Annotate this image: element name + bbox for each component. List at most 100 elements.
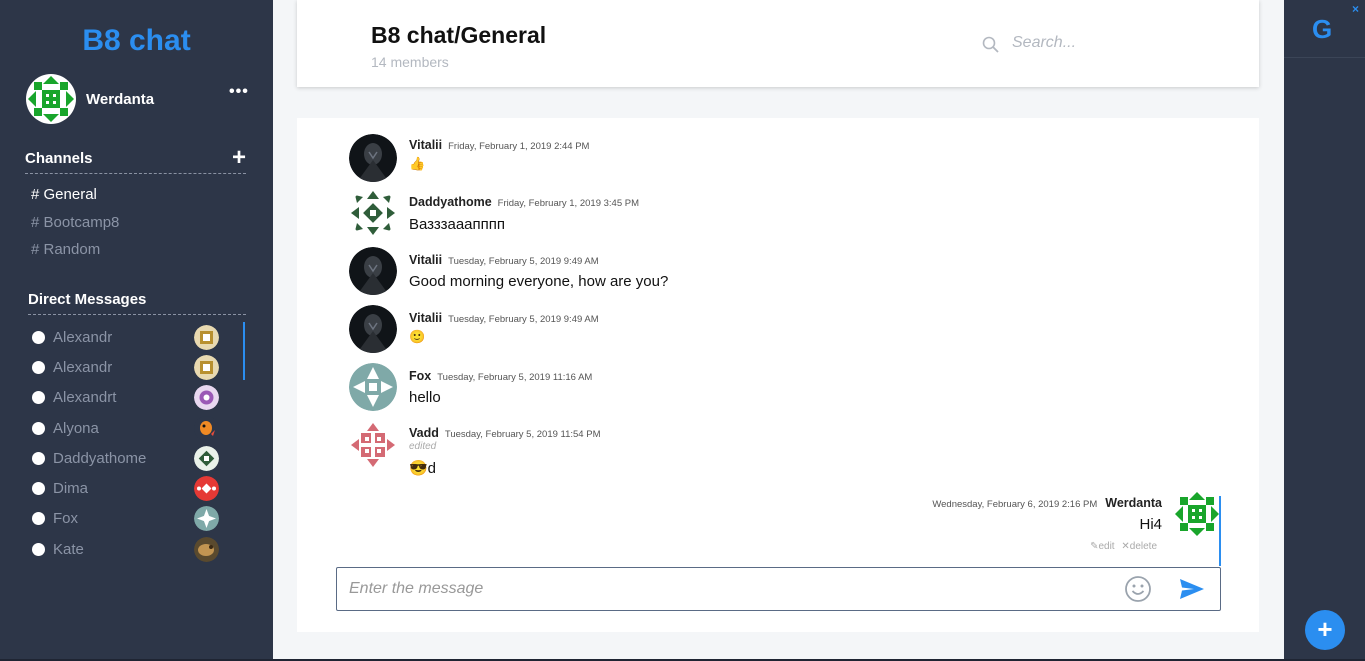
current-user-name: Werdanta [86,90,155,108]
dm-name: Alyona [53,419,99,437]
dm-avatar [194,354,219,380]
avatar [349,363,397,411]
message-meta: Wednesday, February 6, 2019 2:16 PM Werda… [932,494,1162,512]
dm-avatar [194,536,219,562]
status-dot [32,451,45,465]
dm-item-kate[interactable]: Kate [25,534,244,564]
message-text: Good morning everyone, how are you? [409,273,669,290]
status-dot [32,391,45,405]
status-dot [32,542,45,556]
message-time: Tuesday, February 5, 2019 9:49 AM [448,314,599,325]
channel-random[interactable]: # Random [31,241,119,269]
message-meta: Vadd Tuesday, February 5, 2019 11:54 PM [409,424,600,442]
message-actions: ✎edit ✕delete [1086,541,1157,552]
message-text: Вазззааапппп [409,216,505,233]
dm-name: Kate [53,540,84,558]
edited-tag: edited [409,441,437,452]
status-dot [32,330,45,344]
message-meta: Vitalii Tuesday, February 5, 2019 9:49 AM [409,309,599,327]
dm-item-daddyathome[interactable]: Daddyathome [25,443,244,473]
dm-avatar [194,324,219,350]
add-channel-button[interactable]: + [232,146,246,170]
dm-item-alyona[interactable]: Alyona [25,413,244,443]
dm-item-alexandr[interactable]: Alexandr [25,322,244,352]
right-rail: G × + [1284,0,1365,661]
status-dot [32,421,45,435]
message-meta: Fox Tuesday, February 5, 2019 11:16 AM [409,367,592,385]
user-avatar [26,74,76,124]
dm-item-dima[interactable]: Dima [25,473,244,503]
message-author: Fox [409,369,432,383]
status-dot [32,482,45,496]
dm-avatar [194,476,219,502]
dm-list: Alexandr Alexandr Alexandrt Alyona Daddy… [25,322,246,564]
dm-header: Direct Messages [28,291,246,315]
delete-button[interactable]: ✕delete [1121,541,1157,552]
status-dot [32,512,45,526]
message-input[interactable] [349,578,1089,600]
message-time: Friday, February 1, 2019 2:44 PM [448,141,590,152]
message-composer [336,567,1221,611]
message-author: Vitalii [409,311,443,325]
search-input[interactable] [1012,31,1212,55]
current-user: Werdanta [26,74,154,124]
member-count: 14 members [371,54,449,70]
dm-name: Alexandrt [53,389,117,407]
message-time: Tuesday, February 5, 2019 11:54 PM [444,429,601,440]
message-scrollbar[interactable] [1219,496,1221,566]
message-text: 👍 [409,156,426,171]
avatar [349,305,397,353]
message-meta: Vitalii Friday, February 1, 2019 2:44 PM [409,136,589,154]
avatar [1173,490,1221,538]
dm-name: Dima [53,480,89,498]
g-logo-icon[interactable]: G [1312,14,1332,45]
message-author: Werdanta [1105,496,1162,510]
dm-item-fox[interactable]: Fox [25,504,244,534]
message-time: Friday, February 1, 2019 3:45 PM [497,198,639,209]
avatar [349,134,397,182]
channel-list: # General # Bootcamp8 # Random [31,186,119,269]
dm-scrollbar[interactable] [243,322,245,380]
message-author: Daddyathome [409,195,492,209]
send-icon[interactable] [1179,578,1205,600]
sidebar: B8 chat Werdanta ••• Channels + # Genera… [0,0,273,661]
dm-item-alexandrt[interactable]: Alexandrt [25,383,244,413]
dm-name: Daddyathome [53,449,147,467]
channels-header: Channels + [25,146,246,174]
extension-header: G × [1284,0,1365,58]
message-text: 🙂 [409,329,426,344]
channel-general[interactable]: # General [31,186,119,214]
channel-header: B8 chat/General 14 members [297,0,1259,87]
avatar [349,189,397,237]
message-author: Vitalii [409,138,443,152]
user-menu-button[interactable]: ••• [229,84,249,100]
close-icon[interactable]: × [1352,2,1359,16]
dm-avatar [194,415,219,441]
dm-item-alexandr-2[interactable]: Alexandr [25,352,244,382]
dm-name: Alexandr [53,328,113,346]
message-meta: Vitalii Tuesday, February 5, 2019 9:49 AM [409,251,599,269]
avatar [349,247,397,295]
dm-name: Fox [53,510,79,528]
message-time: Tuesday, February 5, 2019 9:49 AM [448,256,599,267]
message-panel: Vitalii Friday, February 1, 2019 2:44 PM … [297,118,1259,632]
channels-title: Channels [25,149,93,167]
message-text: 😎d [409,460,437,477]
dm-avatar [194,385,219,411]
emoji-icon[interactable] [1124,575,1152,603]
dm-avatar [194,506,219,532]
edit-button[interactable]: ✎edit [1090,541,1115,552]
add-button[interactable]: + [1305,610,1345,650]
message-time: Wednesday, February 6, 2019 2:16 PM [932,499,1098,510]
status-dot [32,360,45,374]
dm-title: Direct Messages [28,291,147,308]
message-author: Vitalii [409,253,443,267]
channel-bootcamp8[interactable]: # Bootcamp8 [31,214,119,242]
message-text: hello [409,389,441,406]
dm-name: Alexandr [53,358,113,376]
message-author: Vadd [409,426,439,440]
message-meta: Daddyathome Friday, February 1, 2019 3:45… [409,193,639,211]
own-message: Wednesday, February 6, 2019 2:16 PM Werda… [659,488,1259,563]
avatar [349,421,397,469]
message-time: Tuesday, February 5, 2019 11:16 AM [437,372,593,383]
